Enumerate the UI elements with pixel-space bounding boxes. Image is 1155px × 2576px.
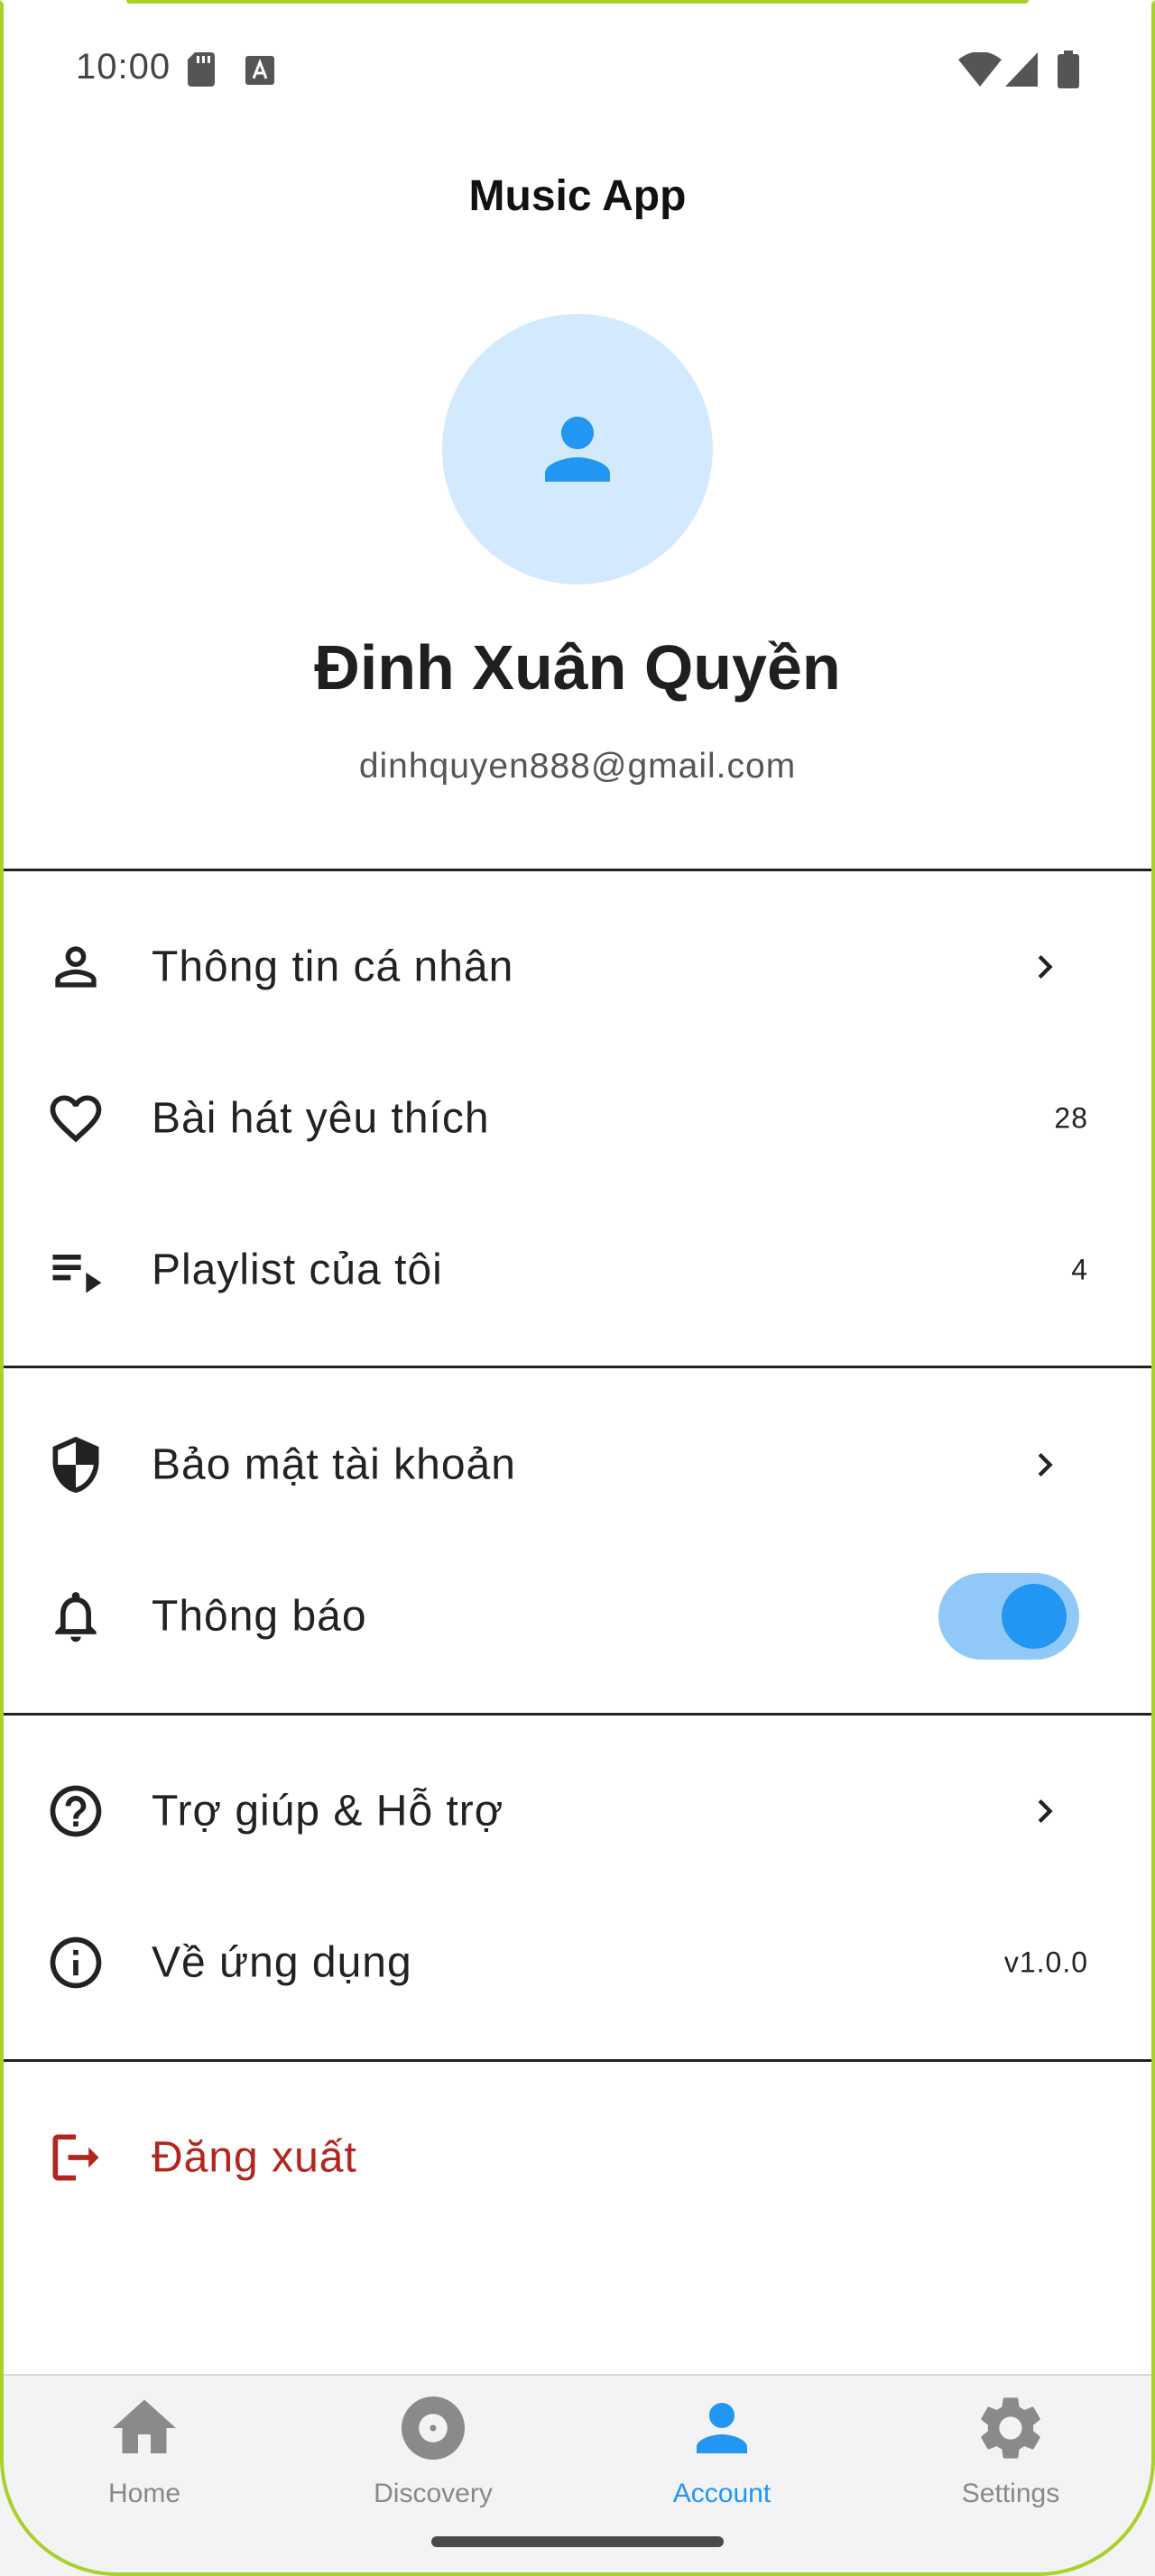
nav-item-home[interactable]: Home bbox=[0, 2376, 289, 2529]
help-support-row[interactable]: Trợ giúp & Hỗ trợ bbox=[0, 1735, 1155, 1887]
personal-info-row[interactable]: Thông tin cá nhân bbox=[0, 891, 1155, 1043]
profile-email: dinhquyen888@gmail.com bbox=[358, 747, 797, 786]
help-support-label: Trợ giúp & Hỗ trợ bbox=[152, 1787, 504, 1835]
about-app-label: Về ứng dụng bbox=[152, 1938, 412, 1987]
nav-label-account: Account bbox=[672, 2479, 772, 2508]
nav-item-discovery[interactable]: Discovery bbox=[289, 2376, 578, 2529]
my-playlists-label: Playlist của tôi bbox=[152, 1246, 443, 1294]
nav-label-settings: Settings bbox=[961, 2479, 1060, 2508]
logout-row[interactable]: Đăng xuất bbox=[0, 2082, 1155, 2233]
section-divider bbox=[0, 2059, 1155, 2062]
notifications-toggle[interactable] bbox=[938, 1573, 1079, 1660]
sd-card-icon bbox=[188, 52, 215, 87]
profile-name: Đinh Xuân Quyền bbox=[314, 632, 841, 703]
account-security-row[interactable]: Bảo mật tài khoản bbox=[0, 1389, 1155, 1541]
shield-icon bbox=[52, 1436, 99, 1494]
status-time: 10:00 bbox=[76, 47, 171, 87]
disc-icon bbox=[402, 2397, 465, 2460]
nav-item-settings[interactable]: Settings bbox=[866, 2376, 1155, 2529]
notifications-row[interactable]: Thông báo bbox=[0, 1541, 1155, 1692]
status-bar: 10:00 bbox=[0, 0, 1155, 135]
favorite-songs-row[interactable]: Bài hát yêu thích 28 bbox=[0, 1043, 1155, 1194]
person-outline-icon bbox=[55, 946, 97, 988]
help-circle-icon bbox=[50, 1785, 102, 1837]
playlist-play-icon bbox=[52, 1255, 102, 1293]
home-icon bbox=[113, 2399, 176, 2453]
person-avatar-icon bbox=[545, 417, 610, 482]
my-playlists-count: 4 bbox=[1071, 1253, 1088, 1286]
favorite-songs-count: 28 bbox=[1054, 1101, 1088, 1135]
nav-item-account[interactable]: Account bbox=[578, 2376, 866, 2529]
device-frame-top bbox=[126, 0, 1029, 4]
text-a-icon bbox=[245, 56, 274, 85]
app-version: v1.0.0 bbox=[1003, 1946, 1088, 1979]
heart-outline-icon bbox=[50, 1095, 102, 1143]
gear-icon bbox=[981, 2397, 1040, 2459]
personal-info-label: Thông tin cá nhân bbox=[152, 943, 514, 991]
battery-icon bbox=[1058, 51, 1079, 88]
logout-icon bbox=[52, 2134, 99, 2181]
logout-label: Đăng xuất bbox=[152, 2133, 357, 2182]
chevron-right-icon bbox=[1038, 1799, 1053, 1823]
account-icon bbox=[697, 2403, 747, 2453]
chevron-right-icon bbox=[1038, 955, 1053, 979]
wifi-icon bbox=[958, 52, 1002, 87]
info-circle-icon bbox=[50, 1937, 102, 1989]
nav-label-discovery: Discovery bbox=[374, 2479, 493, 2508]
section-divider bbox=[0, 1713, 1155, 1716]
account-security-label: Bảo mật tài khoản bbox=[152, 1440, 516, 1489]
toggle-knob bbox=[1002, 1584, 1067, 1649]
avatar[interactable] bbox=[442, 314, 713, 584]
nav-label-home: Home bbox=[107, 2479, 181, 2508]
bell-icon bbox=[55, 1592, 97, 1642]
my-playlists-row[interactable]: Playlist của tôi 4 bbox=[0, 1194, 1155, 1346]
section-divider bbox=[0, 869, 1155, 871]
notifications-label: Thông báo bbox=[152, 1592, 367, 1641]
about-app-row[interactable]: Về ứng dụng v1.0.0 bbox=[0, 1887, 1155, 2038]
section-divider bbox=[0, 1366, 1155, 1368]
favorite-songs-label: Bài hát yêu thích bbox=[152, 1094, 490, 1143]
app-title: Music App bbox=[468, 172, 687, 220]
home-indicator[interactable] bbox=[431, 2536, 724, 2547]
signal-icon bbox=[1005, 52, 1038, 87]
chevron-right-icon bbox=[1038, 1453, 1053, 1477]
